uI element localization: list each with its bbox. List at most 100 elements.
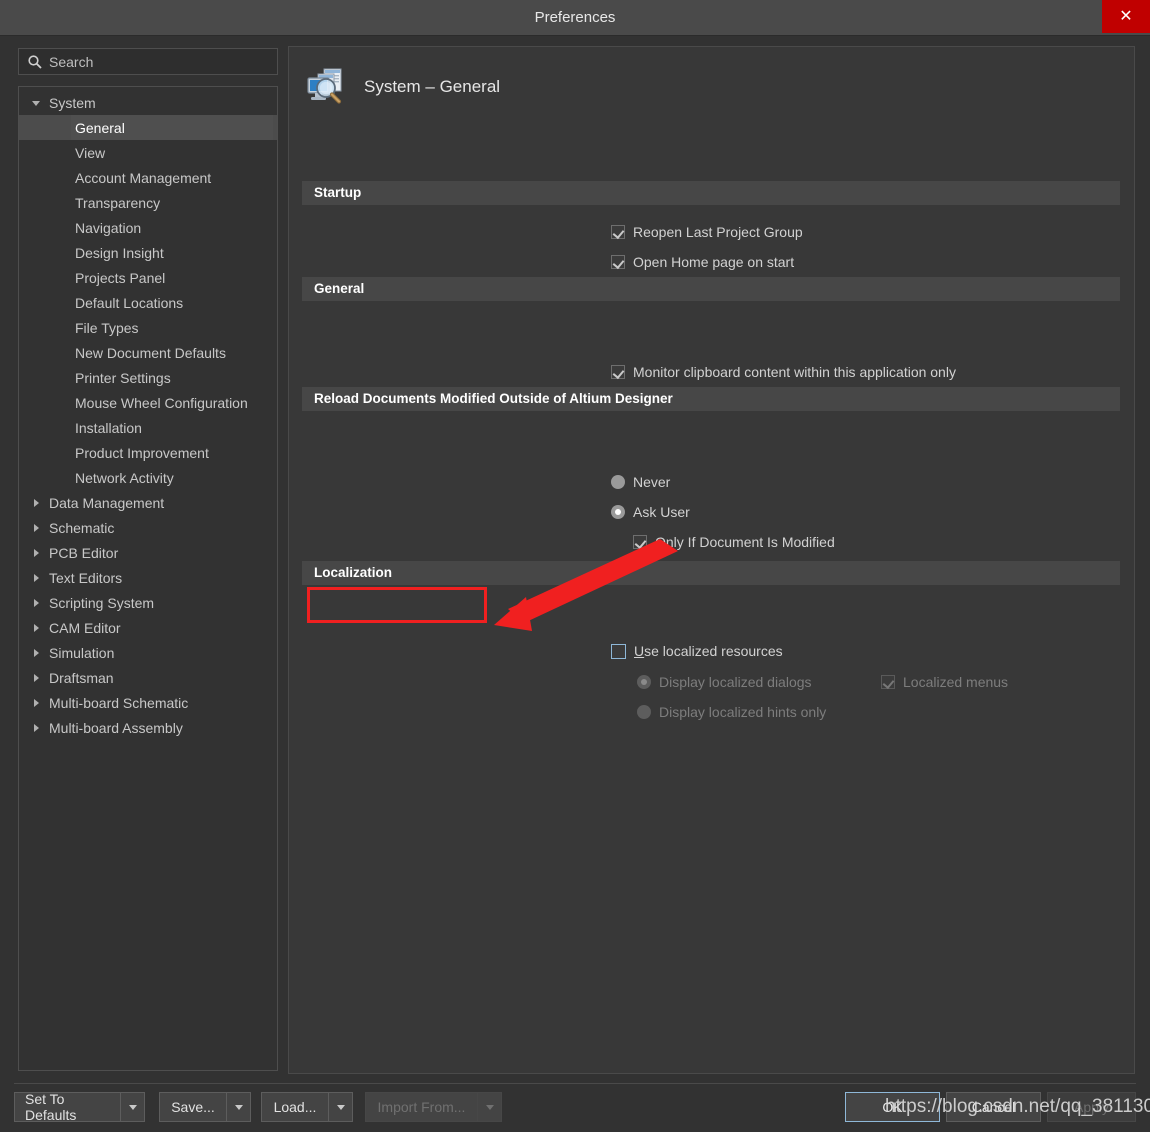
accel-letter: U	[634, 643, 644, 659]
tree-item-general[interactable]: General	[19, 115, 277, 140]
cancel-button[interactable]: Cancel	[946, 1092, 1041, 1122]
chevron-down-icon[interactable]	[328, 1093, 352, 1121]
tree-item-installation[interactable]: Installation	[19, 415, 277, 440]
preferences-dialog: Preferences ✕ Search System General View Ac…	[0, 0, 1150, 1132]
preferences-tree[interactable]: System General View Account Management Trans…	[18, 86, 278, 1071]
tree-item-pcb-editor[interactable]: PCB Editor	[19, 540, 277, 565]
tree-item-data-management[interactable]: Data Management	[19, 490, 277, 515]
radio-never[interactable]: Never	[611, 474, 670, 490]
chevron-right-icon[interactable]	[29, 665, 43, 690]
chevron-right-icon[interactable]	[29, 540, 43, 565]
tree-item-system[interactable]: System	[19, 90, 277, 115]
tree-item-label: File Types	[75, 320, 139, 336]
tree-item-projects-panel[interactable]: Projects Panel	[19, 265, 277, 290]
chevron-right-icon[interactable]	[29, 590, 43, 615]
tree-item-label: Projects Panel	[75, 270, 165, 286]
checkbox-open-home-page-on-start[interactable]: Open Home page on start	[611, 254, 794, 270]
search-icon	[27, 54, 43, 70]
tree-item-text-editors[interactable]: Text Editors	[19, 565, 277, 590]
chevron-right-icon[interactable]	[29, 515, 43, 540]
tree-item-label: Simulation	[43, 645, 114, 661]
save-button[interactable]: Save...	[159, 1092, 251, 1122]
tree-item-multi-board-schematic[interactable]: Multi-board Schematic	[19, 690, 277, 715]
chevron-right-icon[interactable]	[29, 490, 43, 515]
page-title: System – General	[364, 77, 500, 97]
tree-item-account-management[interactable]: Account Management	[19, 165, 277, 190]
tree-item-label: View	[75, 145, 105, 161]
tree-item-scripting-system[interactable]: Scripting System	[19, 590, 277, 615]
section-header-reload-documents: Reload Documents Modified Outside of Alt…	[302, 387, 1120, 411]
title-bar: Preferences ✕	[0, 0, 1150, 36]
checkbox-icon	[881, 675, 895, 689]
tree-item-transparency[interactable]: Transparency	[19, 190, 277, 215]
tree-item-multi-board-assembly[interactable]: Multi-board Assembly	[19, 715, 277, 740]
tree-item-label: System	[43, 95, 96, 111]
checkbox-monitor-clipboard-content[interactable]: Monitor clipboard content within this ap…	[611, 364, 956, 380]
chevron-right-icon[interactable]	[29, 615, 43, 640]
chevron-down-icon	[477, 1093, 501, 1121]
chevron-right-icon[interactable]	[29, 690, 43, 715]
tree-item-network-activity[interactable]: Network Activity	[19, 465, 277, 490]
checkbox-localized-menus: Localized menus	[881, 674, 1008, 690]
tree-item-product-improvement[interactable]: Product Improvement	[19, 440, 277, 465]
tree-item-navigation[interactable]: Navigation	[19, 215, 277, 240]
chevron-right-icon[interactable]	[29, 640, 43, 665]
tree-item-label: Text Editors	[43, 570, 122, 586]
tree-item-design-insight[interactable]: Design Insight	[19, 240, 277, 265]
tree-item-printer-settings[interactable]: Printer Settings	[19, 365, 277, 390]
chevron-down-icon[interactable]	[226, 1093, 250, 1121]
tree-item-label: Installation	[75, 420, 142, 436]
load-button[interactable]: Load...	[261, 1092, 353, 1122]
chevron-down-icon[interactable]	[29, 90, 43, 115]
ok-button[interactable]: OK	[845, 1092, 940, 1122]
system-general-icon	[306, 66, 348, 108]
tree-item-label: Navigation	[75, 220, 141, 236]
tree-item-label: Default Locations	[75, 295, 183, 311]
option-label: Reopen Last Project Group	[633, 224, 803, 240]
chevron-right-icon[interactable]	[29, 565, 43, 590]
checkbox-icon	[611, 255, 625, 269]
option-label: Localized menus	[903, 674, 1008, 690]
checkbox-icon	[611, 225, 625, 239]
radio-display-localized-dialogs: Display localized dialogs	[637, 674, 812, 690]
tree-item-simulation[interactable]: Simulation	[19, 640, 277, 665]
checkbox-icon	[611, 365, 625, 379]
tree-item-view[interactable]: View	[19, 140, 277, 165]
tree-item-label: Mouse Wheel Configuration	[75, 395, 248, 411]
tree-item-label: Schematic	[43, 520, 114, 536]
section-header-general: General	[302, 277, 1120, 301]
tree-item-file-types[interactable]: File Types	[19, 315, 277, 340]
checkbox-only-if-document-is-modified[interactable]: Only If Document Is Modified	[633, 534, 835, 550]
tree-item-draftsman[interactable]: Draftsman	[19, 665, 277, 690]
search-placeholder: Search	[49, 54, 93, 70]
chevron-down-icon[interactable]	[120, 1093, 144, 1121]
close-icon[interactable]: ✕	[1102, 0, 1150, 33]
option-label: Only If Document Is Modified	[655, 534, 835, 550]
option-label: Ask User	[633, 504, 690, 520]
section-header-localization: Localization	[302, 561, 1120, 585]
tree-item-label: Transparency	[75, 195, 160, 211]
page-header: System – General	[289, 47, 1135, 127]
checkbox-use-localized-resources[interactable]: Use localized resources	[611, 643, 783, 659]
tree-item-default-locations[interactable]: Default Locations	[19, 290, 277, 315]
radio-icon	[637, 705, 651, 719]
import-from-label: Import From...	[366, 1093, 477, 1121]
tree-item-label: Product Improvement	[75, 445, 209, 461]
option-label: Never	[633, 474, 670, 490]
radio-icon	[637, 675, 651, 689]
tree-item-label: Draftsman	[43, 670, 114, 686]
checkbox-reopen-last-project-group[interactable]: Reopen Last Project Group	[611, 224, 803, 240]
tree-item-new-document-defaults[interactable]: New Document Defaults	[19, 340, 277, 365]
tree-item-label: Printer Settings	[75, 370, 171, 386]
set-to-defaults-button[interactable]: Set To Defaults	[14, 1092, 145, 1122]
load-label: Load...	[262, 1093, 328, 1121]
search-input[interactable]: Search	[18, 48, 278, 75]
chevron-right-icon[interactable]	[29, 715, 43, 740]
tree-item-mouse-wheel-configuration[interactable]: Mouse Wheel Configuration	[19, 390, 277, 415]
radio-ask-user[interactable]: Ask User	[611, 504, 690, 520]
tree-item-cam-editor[interactable]: CAM Editor	[19, 615, 277, 640]
tree-item-schematic[interactable]: Schematic	[19, 515, 277, 540]
checkbox-icon	[611, 644, 626, 659]
tree-item-label: Multi-board Assembly	[43, 720, 183, 736]
save-label: Save...	[160, 1093, 226, 1121]
